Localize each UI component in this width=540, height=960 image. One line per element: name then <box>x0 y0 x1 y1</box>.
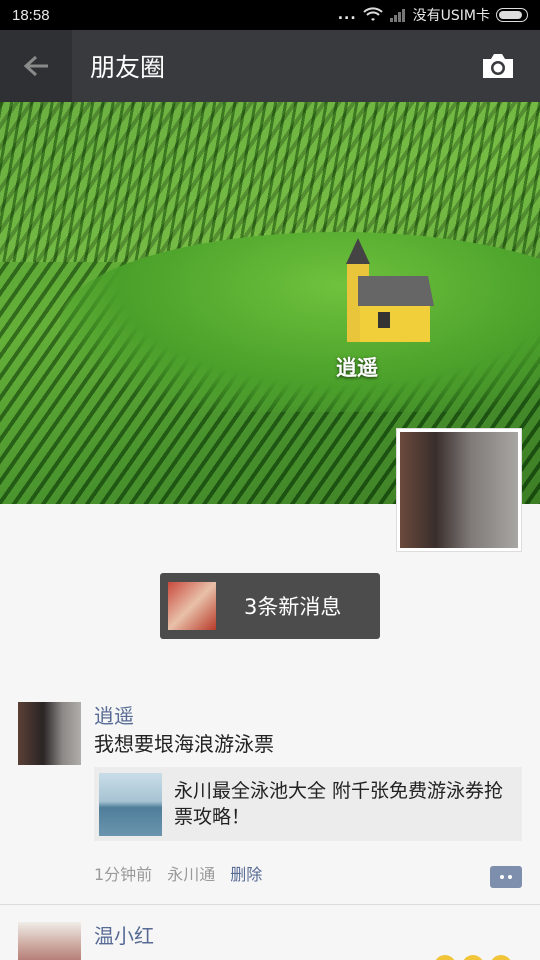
post-username[interactable]: 逍遥 <box>94 700 134 729</box>
new-messages-label: 3条新消息 <box>244 595 342 619</box>
dot-icon <box>508 875 512 879</box>
new-messages-avatar <box>168 582 216 630</box>
shared-link-card[interactable]: 永川最全泳池大全 附千张免费游泳券抢票攻略！ <box>94 767 522 841</box>
emoji-row <box>434 955 512 960</box>
status-right: ... 没有USIM卡 <box>338 5 528 25</box>
chapel-image <box>346 238 434 342</box>
avatar-photo <box>400 432 518 548</box>
notification-dots: ... <box>337 7 357 23</box>
new-messages-button[interactable]: 3条新消息 <box>160 573 380 639</box>
arrow-left-icon <box>23 55 48 77</box>
link-title: 永川最全泳池大全 附千张免费游泳券抢票攻略！ <box>174 780 504 828</box>
camera-button[interactable] <box>480 48 516 84</box>
profile-avatar[interactable] <box>396 428 522 552</box>
emoji-icon <box>490 955 512 960</box>
avatar[interactable] <box>18 922 81 960</box>
link-thumbnail <box>99 772 162 836</box>
wifi-icon <box>362 7 383 21</box>
carrier-label: 没有USIM卡 <box>412 8 490 24</box>
page-title: 朋友圈 <box>90 53 166 82</box>
cover-username: 逍遥 <box>336 356 378 380</box>
dot-icon <box>500 875 504 879</box>
status-time: 18:58 <box>12 6 50 24</box>
comment-button[interactable] <box>490 866 522 888</box>
post-meta: 1分钟前 永川通 删除 <box>94 861 262 885</box>
emoji-icon <box>462 955 484 960</box>
post-time: 1分钟前 <box>94 865 153 884</box>
status-bar: 18:58 ... 没有USIM卡 <box>0 0 540 30</box>
post-source[interactable]: 永川通 <box>167 861 215 885</box>
emoji-icon <box>434 955 456 960</box>
camera-icon <box>483 54 513 78</box>
app-header: 朋友圈 <box>0 30 540 102</box>
divider <box>0 904 540 905</box>
post-username[interactable]: 温小红 <box>94 920 154 949</box>
post-text: 我想要垠海浪游泳票 <box>94 732 274 756</box>
avatar[interactable] <box>18 702 81 765</box>
back-button[interactable] <box>0 30 72 102</box>
signal-icon <box>389 9 405 22</box>
delete-button[interactable]: 删除 <box>230 861 262 885</box>
battery-icon <box>496 8 528 22</box>
